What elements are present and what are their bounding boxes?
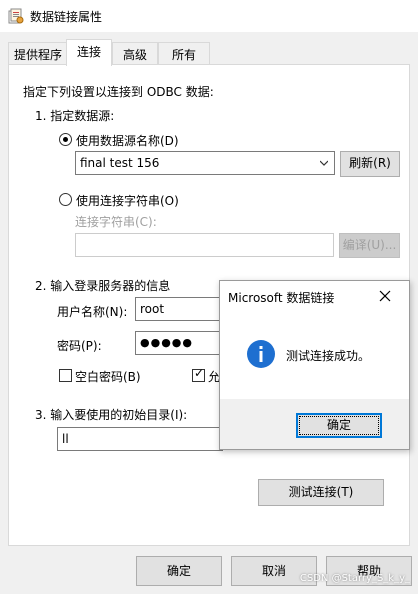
data-link-icon [8, 8, 24, 24]
radio-selected-dot [63, 137, 68, 142]
checkmark-icon: ✓ [194, 366, 205, 380]
step1-heading: 1. 指定数据源: [35, 109, 115, 123]
message-text: 测试连接成功。 [286, 349, 371, 363]
dsn-value: final test 156 [80, 156, 160, 170]
username-input[interactable]: root [135, 297, 225, 321]
ok-button[interactable]: 确定 [136, 556, 222, 586]
connstr-label: 连接字符串(C): [75, 215, 157, 229]
test-connection-button[interactable]: 测试连接(T) [258, 479, 384, 506]
use-dsn-label[interactable]: 使用数据源名称(D) [76, 132, 179, 149]
title-bar[interactable]: 数据链接属性 [0, 0, 418, 32]
watermark: CSDN @Starry_S_k_y_ [299, 573, 410, 584]
username-label: 用户名称(N): [57, 305, 128, 319]
data-link-properties-window: 数据链接属性 提供程序 连接 高级 所有 指定下列设置以连接到 ODBC 数据:… [0, 0, 418, 594]
intro-text: 指定下列设置以连接到 ODBC 数据: [23, 85, 214, 99]
chevron-down-icon[interactable] [320, 159, 328, 167]
step3-heading: 3. 输入要使用的初始目录(I): [35, 408, 188, 422]
initial-catalog-combobox[interactable]: ll [57, 427, 223, 451]
tab-provider[interactable]: 提供程序 [8, 42, 68, 64]
refresh-button[interactable]: 刷新(R) [340, 151, 400, 177]
blank-password-label[interactable]: 空白密码(B) [75, 368, 141, 385]
use-connstr-radio[interactable] [59, 193, 72, 206]
use-dsn-radio[interactable] [59, 133, 72, 146]
close-icon[interactable] [378, 289, 392, 303]
tab-advanced[interactable]: 高级 [112, 42, 158, 64]
build-button[interactable]: 编译(U)... [339, 233, 400, 258]
step2-heading: 2. 输入登录服务器的信息 [35, 279, 171, 293]
password-label: 密码(P): [57, 339, 102, 353]
use-connstr-label[interactable]: 使用连接字符串(O) [76, 192, 179, 209]
password-input[interactable]: ●●●●● [135, 331, 225, 355]
focus-rectangle [299, 416, 379, 435]
blank-password-checkbox[interactable] [59, 369, 72, 382]
message-ok-button[interactable]: 确定 [296, 413, 382, 438]
connstr-input[interactable] [75, 233, 334, 257]
info-icon [247, 340, 275, 368]
message-box: Microsoft 数据链接 测试连接成功。 确定 [219, 280, 410, 450]
allow-save-password-checkbox[interactable]: ✓ [192, 366, 205, 382]
dsn-combobox[interactable]: final test 156 [75, 151, 335, 175]
tab-connection[interactable]: 连接 [66, 39, 112, 66]
window-title: 数据链接属性 [30, 10, 103, 24]
message-box-title: Microsoft 数据链接 [228, 291, 335, 305]
tab-all[interactable]: 所有 [158, 42, 210, 64]
